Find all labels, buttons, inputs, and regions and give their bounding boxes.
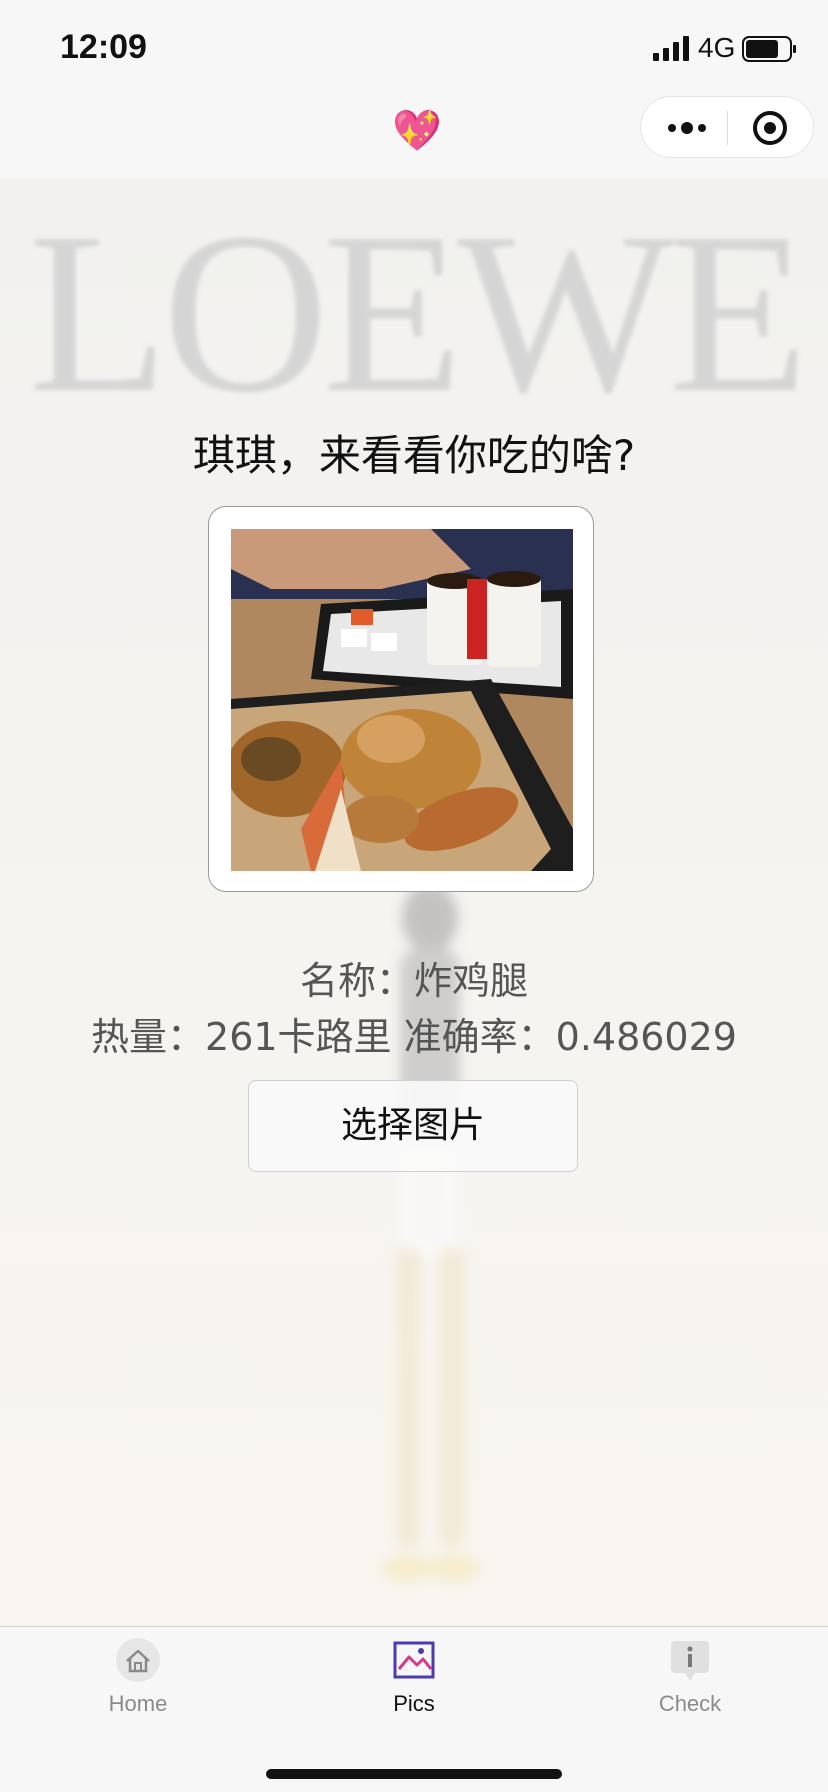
- home-icon: [116, 1638, 160, 1682]
- sparkling-heart-icon: 💖: [392, 108, 442, 154]
- background-logo-text: LOEWE: [28, 185, 809, 440]
- tab-bar: Home Pics Check: [0, 1626, 828, 1792]
- tab-home[interactable]: Home: [38, 1637, 238, 1737]
- tab-pics-label: Pics: [393, 1691, 435, 1716]
- mini-program-screen: 12:09 4G 💖 LOEWE 琪琪，来看看你吃的啥? 名称：炸鸡腿 热量：2…: [0, 0, 828, 1792]
- tab-check[interactable]: Check: [590, 1637, 790, 1737]
- capsule-menu: [640, 96, 814, 158]
- signal-bars-icon: [653, 36, 689, 61]
- nav-bar: 💖: [0, 96, 828, 178]
- result-name: 名称：炸鸡腿: [299, 959, 528, 1003]
- home-indicator: [266, 1769, 562, 1779]
- page-headline: 琪琪，来看看你吃的啥?: [192, 431, 636, 480]
- battery-icon: [742, 36, 796, 62]
- status-time: 12:09: [60, 28, 147, 66]
- choose-image-button[interactable]: 选择图片: [248, 1080, 578, 1172]
- tab-home-label: Home: [108, 1691, 168, 1716]
- network-label: 4G: [698, 32, 736, 63]
- result-calories-accuracy: 热量：261卡路里 准确率：0.486029: [91, 1015, 737, 1059]
- food-photo: [231, 529, 573, 871]
- more-dots-icon[interactable]: [665, 111, 709, 145]
- tab-pics[interactable]: Pics: [314, 1637, 514, 1737]
- photo-frame[interactable]: [208, 506, 594, 892]
- tab-check-label: Check: [658, 1691, 722, 1716]
- fried-chicken-image: [231, 529, 573, 871]
- capsule-divider: [727, 111, 728, 145]
- info-icon: [671, 1641, 709, 1681]
- target-close-icon[interactable]: [751, 109, 789, 147]
- status-bar: 12:09 4G: [0, 0, 828, 96]
- background-image: LOEWE: [0, 178, 828, 1626]
- picture-icon: [393, 1641, 435, 1679]
